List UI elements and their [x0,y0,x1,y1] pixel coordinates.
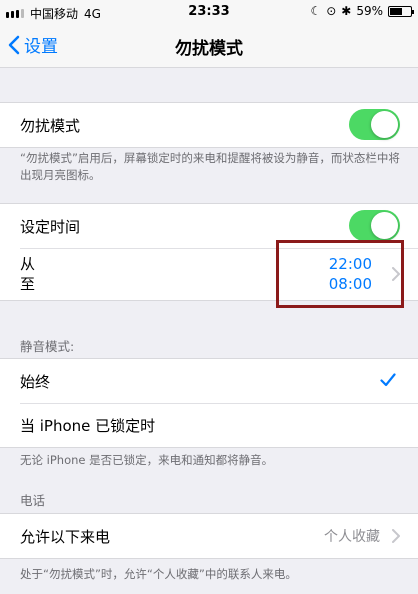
silence-description: 无论 iPhone 是否已锁定，来电和通知都将静音。 [20,453,274,467]
orientation-lock-icon: ⊙ [326,4,337,18]
navigation-bar: 设置 勿扰模式 [0,24,418,68]
battery-fill [390,7,402,15]
moon-icon: ☾ [310,4,322,18]
page-title: 勿扰模式 [175,39,243,59]
silence-option-locked[interactable]: 当 iPhone 已锁定时 [0,403,418,447]
battery-percent: 59% [356,4,383,18]
dnd-label: 勿扰模式 [20,116,81,135]
silence-group: 始终 当 iPhone 已锁定时 [0,358,418,448]
checkmark-icon [380,373,396,387]
to-label: 至 [20,275,36,293]
dnd-row: 勿扰模式 [0,103,418,147]
highlight-box [276,240,404,308]
silence-option-always[interactable]: 始终 [0,359,418,403]
schedule-toggle[interactable] [349,210,400,241]
phone-description: 处于“勿扰模式”时，允许“个人收藏”中的联系人来电。 [20,567,297,581]
phone-header: 电话 [20,493,46,508]
dnd-toggle[interactable] [349,109,400,140]
bluetooth-icon: ✱ [341,4,352,18]
status-bar: 中国移动 4G 23:33 ☾ ⊙ ✱ 59% [0,0,418,24]
allow-calls-label: 允许以下来电 [20,527,111,546]
silence-option-label: 当 iPhone 已锁定时 [20,416,156,435]
battery-icon [388,5,414,17]
allow-calls-row[interactable]: 允许以下来电 个人收藏 [0,514,418,558]
time-labels: 从 至 [20,254,35,294]
from-label: 从 [20,255,36,273]
schedule-label: 设定时间 [20,217,81,236]
dnd-description: “勿扰模式”启用后，屏幕锁定时的来电和提醒将被设为静音，而状态栏中将出现月亮图标… [20,151,400,182]
phone-group: 允许以下来电 个人收藏 [0,513,418,559]
silence-option-label: 始终 [20,372,51,391]
allow-calls-value: 个人收藏 [324,529,380,545]
chevron-right-icon [392,529,400,543]
toggle-knob [371,111,398,138]
toggle-knob [371,212,398,239]
status-right: ☾ ⊙ ✱ 59% [310,4,414,18]
dnd-group: 勿扰模式 [0,102,418,148]
silence-header: 静音模式: [20,339,75,354]
